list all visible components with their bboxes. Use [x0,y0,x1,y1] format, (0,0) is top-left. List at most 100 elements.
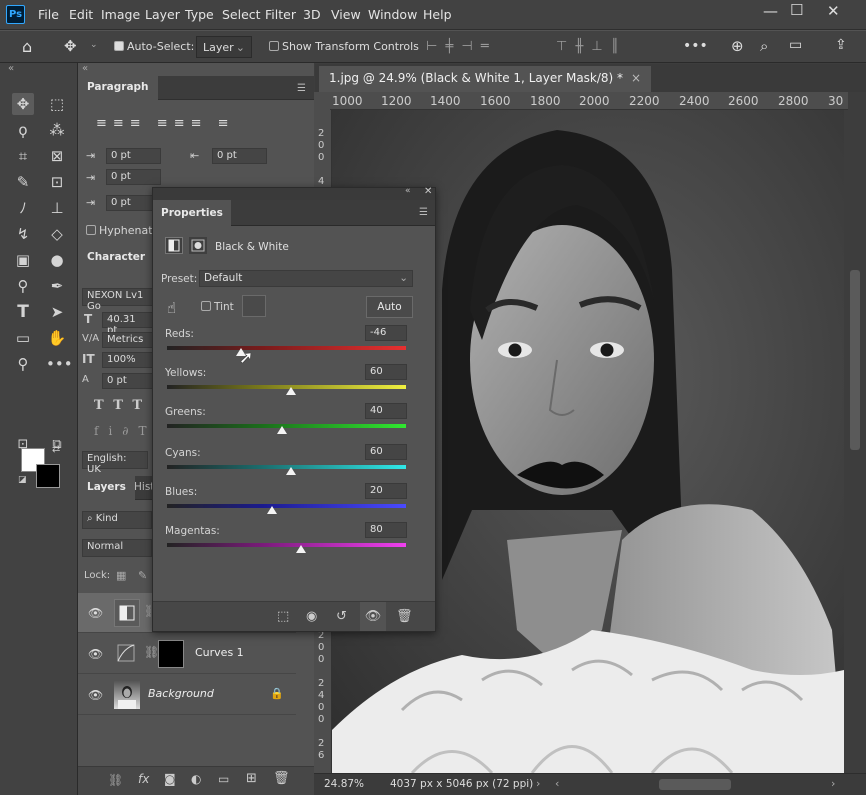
visibility-eye-icon[interactable]: 👁 [88,606,103,620]
clone-stamp-icon[interactable]: ⊥ [46,197,68,219]
menu-type[interactable]: Type [185,7,214,22]
lock-transparent-icon[interactable]: ▦ [116,569,126,582]
yellows-slider-knob[interactable] [286,387,297,395]
zoom-level[interactable]: 24.87% [324,778,364,790]
eyedropper-icon[interactable]: ✎ [12,171,34,193]
menu-layer[interactable]: Layer [145,7,180,22]
collapse-icon[interactable]: « [405,186,411,196]
more-options-icon[interactable]: ••• [683,38,708,54]
hyphenate-checkbox[interactable]: Hyphenate [86,224,159,237]
dodge-tool-icon[interactable]: ⚲ [12,275,34,297]
yellows-input[interactable]: 60 [365,364,407,380]
greens-input[interactable]: 40 [365,403,407,419]
language-dropdown[interactable]: English: UK [82,451,148,475]
font-size-input[interactable]: 40.31 pt [102,312,154,336]
indent-right-input[interactable]: 0 pt [212,148,267,164]
marquee-tool-icon[interactable]: ⬚ [46,93,68,115]
magentas-slider-knob[interactable] [295,545,306,553]
menu-3d[interactable]: 3D [303,7,321,22]
menu-file[interactable]: File [38,7,59,22]
add-mask-icon[interactable]: ◙ [164,772,176,786]
reset-icon[interactable]: ↺ [336,609,347,624]
tab-paragraph[interactable]: Paragraph [78,76,158,100]
layer-mask-thumbnail[interactable] [158,640,184,668]
rectangle-tool-icon[interactable]: ▭ [12,327,34,349]
auto-select-target-dropdown[interactable]: Layer ⌄ [196,36,252,58]
new-adjustment-icon[interactable]: ◐ [191,772,201,786]
vertical-scrollbar[interactable] [844,110,866,773]
eraser-icon[interactable]: ◇ [46,223,68,245]
lock-pixels-icon[interactable]: ✎ [138,569,147,582]
greens-slider-knob[interactable] [276,426,287,434]
share-icon[interactable]: ⇪ [835,37,847,53]
font-family-input[interactable]: NEXON Lv1 Go [82,288,154,312]
blues-slider-knob[interactable] [267,506,278,514]
reds-input[interactable]: -46 [365,325,407,341]
blues-slider-track[interactable] [167,504,406,508]
cyans-slider-knob[interactable] [286,467,297,475]
new-layer-icon[interactable]: ⊞ [246,771,257,786]
show-transform-checkbox[interactable]: Show Transform Controls [269,40,419,53]
scroll-thumb[interactable] [850,270,860,450]
move-tool-icon[interactable]: ✥ [12,93,34,115]
auto-select-checkbox[interactable]: Auto-Select: [114,40,194,53]
panel-menu-icon[interactable]: ☰ [419,207,428,218]
clip-to-layer-icon[interactable]: ⬚ [277,609,289,624]
background-color-swatch[interactable] [36,464,60,488]
3d-mode-icon[interactable]: ⊕ [731,37,744,55]
layer-mask-icon[interactable] [189,237,207,254]
hand-tool-icon[interactable]: ✋ [46,327,68,349]
chevron-down-icon[interactable]: ⌄ [90,40,98,50]
quick-mask-icon[interactable]: ⊡ [12,434,34,456]
visibility-eye-icon[interactable]: 👁 [88,647,103,661]
link-layers-icon[interactable]: ⛓ [108,773,123,787]
horizontal-scroll-thumb[interactable] [659,779,731,790]
indent-first-input[interactable]: 0 pt [106,169,161,185]
home-icon[interactable]: ⌂ [22,37,32,56]
baseline-shift-input[interactable]: 0 pt [102,373,154,389]
blur-tool-icon[interactable]: ● [46,249,68,271]
menu-view[interactable]: View [331,7,361,22]
adjustment-layer-icon[interactable] [165,237,183,254]
tab-properties[interactable]: Properties [153,200,231,226]
default-colors-icon[interactable]: ◪ [18,475,27,485]
history-brush-icon[interactable]: ↯ [12,223,34,245]
maximize-icon[interactable]: ☐ [790,1,803,19]
scroll-right-icon[interactable]: › [831,777,835,790]
toggle-visibility-eye-icon[interactable]: 👁 [360,602,386,631]
fx-icon[interactable]: fx [138,772,149,786]
tab-character[interactable]: Character [78,246,155,270]
close-panel-icon[interactable]: ✕ [424,186,432,197]
minimize-icon[interactable]: — [763,2,778,20]
visibility-eye-icon[interactable]: 👁 [88,688,103,702]
type-tool-icon[interactable]: T [12,301,34,323]
brush-tool-icon[interactable]: ﾉ [12,197,34,219]
horizontal-ruler[interactable]: 1000 1200 1400 1600 1800 2000 2200 2400 … [330,92,848,110]
delete-adjustment-icon[interactable]: 🗑 [396,609,413,624]
layer-mask-link-icon[interactable]: ⛓ [144,645,159,659]
text-style-buttons-icon[interactable]: TTT [94,398,152,413]
magentas-slider-track[interactable] [167,543,406,547]
layer-filter-dropdown[interactable]: ⌕ Kind [82,511,152,529]
view-previous-icon[interactable]: ◉ [306,609,317,624]
indent-left-input[interactable]: 0 pt [106,148,161,164]
tab-layers[interactable]: Layers [78,476,135,500]
tint-color-swatch[interactable] [242,295,266,317]
scroll-left-icon[interactable]: ‹ [555,777,559,790]
layer-row-background[interactable]: 👁 Background 🔒 [78,675,296,715]
collapse-toolbar-icon[interactable]: « [8,63,14,74]
vertical-scale-input[interactable]: 100% [102,352,154,368]
frame-tool-icon[interactable]: ⊠ [46,145,68,167]
lasso-tool-icon[interactable]: ϙ [12,119,34,141]
magentas-input[interactable]: 80 [365,522,407,538]
document-dimensions[interactable]: 4037 px x 5046 px (72 ppi) [390,778,533,790]
menu-select[interactable]: Select [222,7,261,22]
panel-menu-icon[interactable]: ☰ [297,83,306,94]
blues-input[interactable]: 20 [365,483,407,499]
menu-help[interactable]: Help [423,7,452,22]
document-tab[interactable]: 1.jpg @ 24.9% (Black & White 1, Layer Ma… [319,66,652,92]
healing-brush-icon[interactable]: ⊡ [46,171,68,193]
menu-image[interactable]: Image [101,7,140,22]
align-buttons-icon[interactable]: ⊢ ╪ ⊣ ═ [426,39,491,54]
more-tools-icon[interactable]: ••• [46,353,73,375]
